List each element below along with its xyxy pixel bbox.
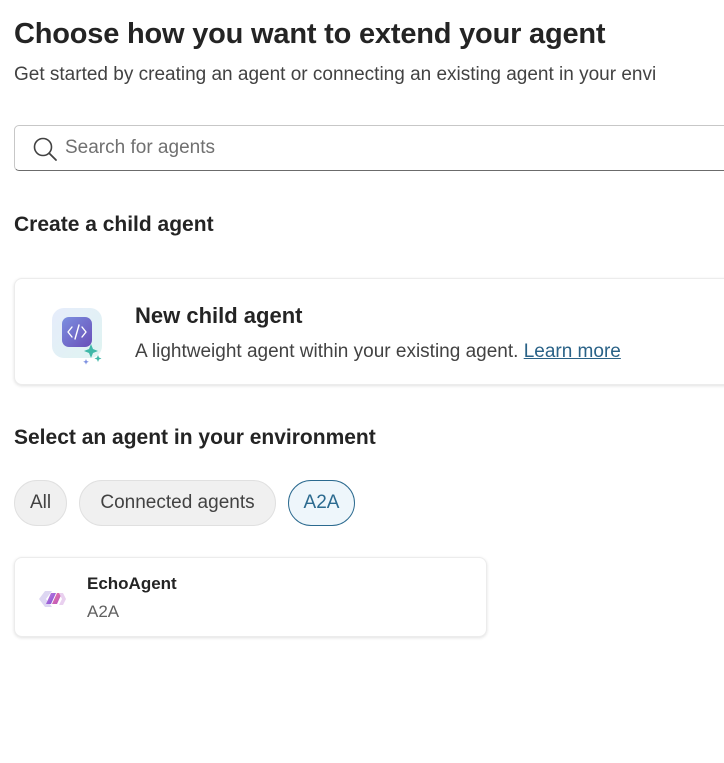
new-child-agent-card[interactable]: New child agent A lightweight agent with…	[14, 278, 724, 385]
page-title: Choose how you want to extend your agent	[14, 18, 606, 50]
learn-more-link[interactable]: Learn more	[524, 341, 621, 362]
filter-chip-a2a[interactable]: A2A	[288, 480, 355, 526]
agent-card-echoagent[interactable]: EchoAgent A2A	[14, 557, 487, 637]
select-section-heading: Select an agent in your environment	[14, 426, 376, 449]
agent-type: A2A	[87, 602, 120, 621]
agent-name: EchoAgent	[87, 574, 177, 593]
filter-chip-connected-agents[interactable]: Connected agents	[79, 480, 276, 526]
search-input[interactable]	[65, 126, 665, 170]
child-agent-title: New child agent	[135, 303, 303, 328]
filter-chip-all[interactable]: All	[14, 480, 67, 526]
child-agent-description-text: A lightweight agent within your existing…	[135, 341, 519, 362]
child-agent-icon	[52, 308, 102, 365]
echo-agent-icon	[39, 591, 66, 607]
search-box[interactable]	[14, 125, 724, 171]
page-subtitle: Get started by creating an agent or conn…	[14, 64, 657, 85]
child-agent-description: A lightweight agent within your existing…	[135, 341, 621, 363]
search-icon	[33, 137, 57, 161]
create-section-heading: Create a child agent	[14, 213, 214, 236]
extend-agent-panel: Choose how you want to extend your agent…	[0, 0, 724, 763]
